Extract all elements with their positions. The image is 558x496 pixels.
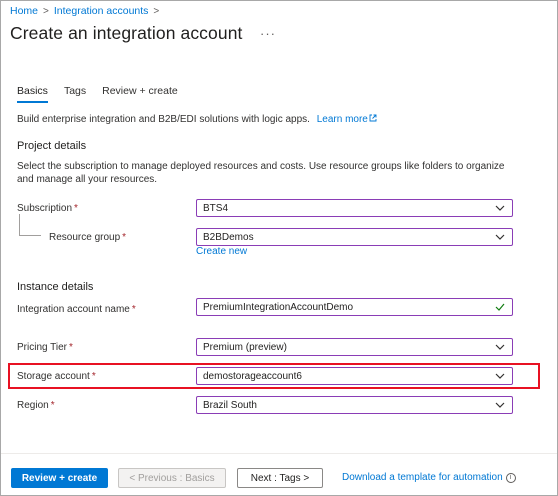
tab-review-create[interactable]: Review + create [102,85,178,103]
tab-bar: Basics Tags Review + create [17,85,178,103]
subscription-label: Subscription * [17,203,78,214]
pricing-tier-label-text: Pricing Tier [17,342,68,353]
footer-divider [1,453,557,454]
integration-account-name-input[interactable]: PremiumIntegrationAccountDemo [196,298,513,316]
checkmark-icon [495,303,505,311]
tab-tags[interactable]: Tags [64,85,86,103]
breadcrumb-home-link[interactable]: Home [10,5,38,17]
download-template-link[interactable]: Download a template for automation i [342,472,516,483]
next-tags-button[interactable]: Next : Tags > [237,468,323,488]
region-dropdown[interactable]: Brazil South [196,396,513,414]
pricing-tier-dropdown[interactable]: Premium (preview) [196,338,513,356]
integration-account-name-label: Integration account name * [17,304,136,315]
learn-more-link[interactable]: Learn more [317,114,377,125]
storage-account-value: demostorageaccount6 [203,370,302,382]
required-mark: * [131,304,136,315]
subscription-dropdown[interactable]: BTS4 [196,199,513,217]
previous-button[interactable]: < Previous : Basics [118,468,226,488]
required-mark: * [74,203,78,214]
required-mark: * [69,342,73,353]
subscription-value: BTS4 [203,202,229,214]
tree-connector [19,214,41,236]
breadcrumb-separator: > [43,5,49,17]
required-mark: * [122,232,127,243]
chevron-down-icon [495,205,505,211]
tab-basics[interactable]: Basics [17,85,48,103]
external-link-icon [369,114,377,124]
chevron-down-icon [495,402,505,408]
storage-account-label: Storage account * [17,371,96,382]
pricing-tier-value: Premium (preview) [203,341,287,353]
info-icon: i [505,472,516,483]
storage-account-label-text: Storage account [17,371,90,382]
region-label-text: Region [17,400,49,411]
project-details-description: Select the subscription to manage deploy… [17,161,505,185]
region-label: Region * [17,400,55,411]
more-options-button[interactable]: ··· [260,26,276,41]
required-mark: * [91,371,96,382]
resource-group-label: Resource group * [49,232,126,243]
storage-account-dropdown[interactable]: demostorageaccount6 [196,367,513,385]
instance-details-heading: Instance details [17,281,94,293]
breadcrumb: Home > Integration accounts > [10,5,159,17]
pricing-tier-label: Pricing Tier * [17,342,73,353]
create-new-link[interactable]: Create new [196,246,247,257]
intro-text: Build enterprise integration and B2B/EDI… [17,114,377,125]
region-value: Brazil South [203,399,257,411]
breadcrumb-integration-accounts-link[interactable]: Integration accounts [54,5,149,17]
learn-more-label: Learn more [316,114,368,125]
page-title: Create an integration account [10,23,243,43]
subscription-label-text: Subscription [17,203,73,214]
chevron-down-icon [495,344,505,350]
breadcrumb-separator: > [153,5,160,17]
chevron-down-icon [495,373,505,379]
resource-group-value: B2BDemos [203,231,254,243]
resource-group-label-text: Resource group [49,232,121,243]
intro-description: Build enterprise integration and B2B/EDI… [17,114,310,125]
required-mark: * [50,400,55,411]
review-create-button[interactable]: Review + create [11,468,108,488]
resource-group-dropdown[interactable]: B2BDemos [196,228,513,246]
integration-account-name-value: PremiumIntegrationAccountDemo [203,301,354,313]
chevron-down-icon [495,234,505,240]
download-template-label: Download a template for automation [342,472,503,483]
project-details-heading: Project details [17,140,87,152]
integration-account-name-label-text: Integration account name [17,304,130,315]
